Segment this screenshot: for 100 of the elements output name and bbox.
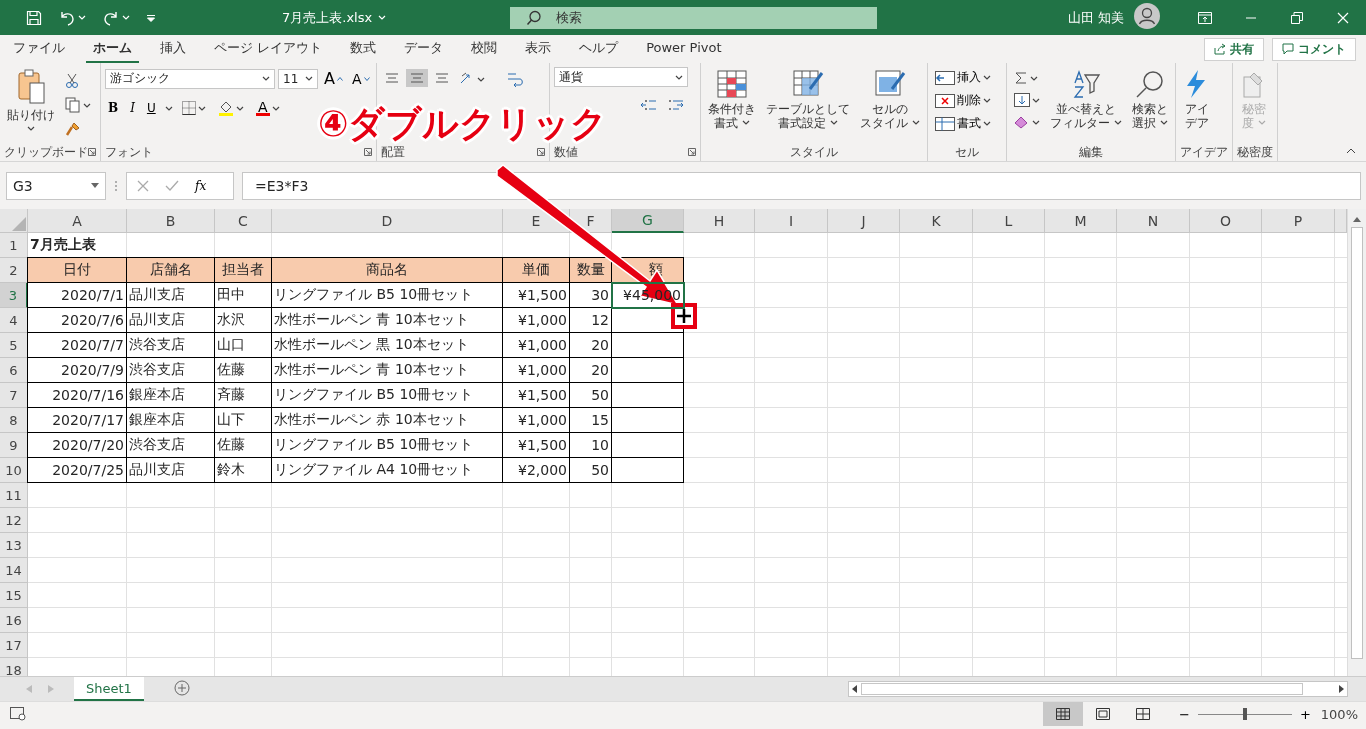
column-title: 店舗名: [127, 258, 215, 283]
zoom-slider-thumb[interactable]: [1242, 708, 1247, 720]
row-header[interactable]: 8: [0, 408, 28, 433]
file-name[interactable]: 7月売上表.xlsx: [282, 8, 373, 27]
number-format-dropdown[interactable]: 通貨: [554, 67, 688, 87]
row-header[interactable]: 14: [0, 558, 28, 583]
insert-function-button[interactable]: fx: [195, 178, 207, 193]
cells-menu-button[interactable]: 削除: [931, 90, 994, 111]
row-header[interactable]: 17: [0, 633, 28, 658]
table-cell: 2020/7/16: [28, 383, 127, 408]
column-header[interactable]: H: [684, 209, 755, 233]
clipboard-icon: [16, 69, 46, 105]
column-header[interactable]: C: [215, 209, 272, 233]
row-header[interactable]: 5: [0, 333, 28, 358]
font-size-dropdown[interactable]: 11: [278, 68, 318, 89]
editing-button[interactable]: 検索と 選択: [1128, 67, 1171, 143]
formula-field[interactable]: =E3*F3: [242, 171, 1361, 200]
column-header[interactable]: L: [973, 209, 1045, 233]
caret-icon: [262, 76, 270, 81]
row-header[interactable]: 12: [0, 508, 28, 533]
ribbon-tab[interactable]: 数式: [343, 34, 384, 64]
row-header[interactable]: 10: [0, 458, 28, 483]
ribbon-tab[interactable]: 校閲: [464, 34, 505, 64]
ribbon-tab[interactable]: 挿入: [153, 34, 193, 64]
column-header[interactable]: N: [1117, 209, 1190, 233]
horizontal-scrollbar[interactable]: [848, 681, 1348, 697]
row-header[interactable]: 4: [0, 308, 28, 333]
empty-cell[interactable]: [612, 408, 684, 433]
font-name-dropdown[interactable]: 游ゴシック: [105, 68, 275, 89]
new-sheet-button[interactable]: [173, 679, 190, 699]
column-header[interactable]: D: [272, 209, 503, 233]
name-box[interactable]: G3: [6, 171, 106, 200]
column-header[interactable]: G: [612, 209, 684, 233]
column-header[interactable]: M: [1045, 209, 1117, 233]
paste-button[interactable]: 貼り付け: [4, 67, 58, 143]
row-header[interactable]: 9: [0, 433, 28, 458]
vertical-scrollbar[interactable]: [1351, 227, 1363, 659]
row-header[interactable]: 6: [0, 358, 28, 383]
dialog-launcher-icon: [364, 148, 372, 156]
spreadsheet-grid[interactable]: [0, 209, 1347, 676]
row-header[interactable]: 2: [0, 258, 28, 283]
row-header[interactable]: 16: [0, 608, 28, 633]
cells-menu-button[interactable]: 挿入: [931, 67, 994, 88]
empty-cell[interactable]: [612, 433, 684, 458]
underline-button[interactable]: U: [143, 99, 159, 117]
ribbon-tab[interactable]: 表示: [518, 34, 559, 64]
caret-icon: [1029, 75, 1038, 81]
comment-button[interactable]: コメント: [1272, 37, 1356, 61]
ribbon-tab[interactable]: ファイル: [6, 34, 72, 64]
dialog-launcher-icon: [537, 148, 545, 156]
row-header[interactable]: 13: [0, 533, 28, 558]
row-header[interactable]: 11: [0, 483, 28, 508]
caret-icon: [235, 105, 244, 111]
column-header[interactable]: K: [900, 209, 973, 233]
zoom-in-button[interactable]: +: [1299, 706, 1311, 722]
empty-cell[interactable]: [612, 458, 684, 483]
column-header[interactable]: A: [28, 209, 127, 233]
font-color-button[interactable]: A: [252, 98, 283, 118]
increase-font-size-button[interactable]: A: [321, 67, 346, 90]
group-label: セル: [954, 143, 979, 161]
ribbon-tab[interactable]: ページ レイアウト: [207, 34, 330, 64]
table-cell: ¥1,500: [503, 283, 570, 308]
ribbon-tab[interactable]: ヘルプ: [572, 34, 626, 64]
collapse-ribbon-icon: [1346, 148, 1356, 154]
caret-icon: [378, 15, 387, 20]
accessibility-icon: [10, 707, 26, 721]
row-header[interactable]: 7: [0, 383, 28, 408]
empty-cell[interactable]: [612, 358, 684, 383]
ribbon-tab[interactable]: Power Pivot: [639, 36, 729, 62]
view-button[interactable]: [1043, 702, 1083, 726]
column-header[interactable]: B: [127, 209, 215, 233]
zoom-level[interactable]: 100%: [1320, 706, 1358, 722]
row-header[interactable]: 1: [0, 233, 28, 258]
row-header[interactable]: 3: [0, 283, 28, 308]
sheet-tab[interactable]: Sheet1: [74, 677, 144, 701]
decrease-font-size-button[interactable]: A: [348, 68, 373, 89]
share-button[interactable]: 共有: [1204, 37, 1264, 61]
column-header[interactable]: P: [1262, 209, 1335, 233]
empty-cell[interactable]: [612, 383, 684, 408]
table-cell: リングファイル A4 10冊セット: [272, 458, 503, 483]
row-header[interactable]: 18: [0, 658, 28, 676]
align-icon: [434, 71, 450, 85]
editing-button[interactable]: 並べ替えと フィルター: [1046, 67, 1125, 143]
caret-icon: [122, 15, 130, 20]
italic-button[interactable]: I: [127, 99, 138, 117]
zoom-out-button[interactable]: −: [1179, 706, 1190, 722]
search-field[interactable]: 検索: [510, 6, 877, 29]
row-header[interactable]: 15: [0, 583, 28, 608]
style-button[interactable]: セルの スタイル: [857, 67, 923, 143]
cells-menu-button[interactable]: 書式: [931, 113, 994, 134]
caret-icon: [982, 75, 991, 80]
style-button[interactable]: テーブルとして 書式設定: [763, 67, 853, 143]
empty-cell[interactable]: [612, 333, 684, 358]
column-header[interactable]: J: [828, 209, 900, 233]
column-header[interactable]: I: [755, 209, 828, 233]
style-button[interactable]: 条件付き 書式: [705, 67, 759, 143]
column-header[interactable]: O: [1190, 209, 1262, 233]
ideas-button[interactable]: アイ デア: [1179, 67, 1214, 143]
bold-button[interactable]: B: [105, 99, 122, 117]
ribbon-tab[interactable]: データ: [397, 34, 451, 64]
